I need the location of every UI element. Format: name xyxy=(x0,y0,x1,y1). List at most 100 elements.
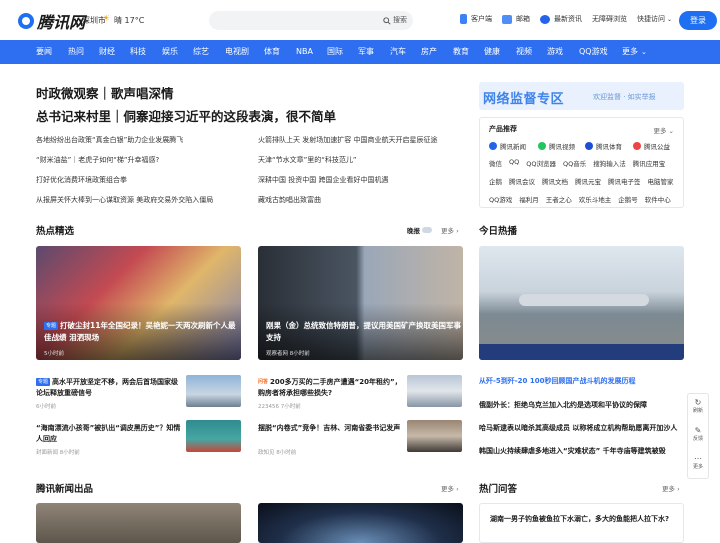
product-link[interactable]: QQ xyxy=(509,158,519,168)
product-link[interactable]: 腾讯会议 xyxy=(509,176,535,186)
hot-list-item-thumbnail[interactable] xyxy=(186,420,241,452)
app-label: 腾讯视频 xyxy=(549,143,575,151)
product-link[interactable]: 腾讯元宝 xyxy=(575,176,601,186)
today-video-thumbnail[interactable] xyxy=(479,246,684,360)
nav-item[interactable]: 教育 xyxy=(453,40,469,64)
today-hot-item[interactable]: 从歼-5到歼-20 100秒回顾国产战斗机的发展历程 xyxy=(479,376,679,386)
news-more-link[interactable]: 更多 › xyxy=(441,483,459,493)
nav-item[interactable]: 财经 xyxy=(99,40,115,64)
news-link-right[interactable]: 藏戏古韵唱出致富曲 xyxy=(258,195,321,205)
hot-list-item-title[interactable]: 问答 200多万买的二手房产遭遇“20年租约”，购房者将承担哪些损失? xyxy=(258,377,403,399)
news-link[interactable]: 最新资讯 xyxy=(540,14,582,24)
news-link-left[interactable]: 从报屏关怀大棒到一心谋取资源 美政府交易外交陷入僵局 xyxy=(36,195,213,205)
nav-item[interactable]: 电视剧 xyxy=(225,40,249,64)
nav-item[interactable]: 健康 xyxy=(484,40,500,64)
login-button[interactable]: 登录 xyxy=(679,11,717,30)
product-link[interactable]: QQ音乐 xyxy=(563,158,586,168)
mail-link[interactable]: 邮箱 xyxy=(502,14,530,24)
hot-list-item-title[interactable]: 专题 高水平开放坚定不移，两会后首场国家级论坛释放重磅信号 xyxy=(36,377,181,399)
news-link-right[interactable]: 天津“节水文章”里的“科技范儿” xyxy=(258,155,357,165)
nav-item[interactable]: 要闻 xyxy=(36,40,52,64)
nav-item[interactable]: 视频 xyxy=(516,40,532,64)
headline-1[interactable]: 时政微观察｜歌声唱深情 xyxy=(36,83,174,102)
news-link-left[interactable]: “财米油盐”｜老虎子如何“梯”升幸福感? xyxy=(36,155,159,165)
weather-text[interactable]: 晴 17°C xyxy=(114,15,144,26)
nav-item[interactable]: NBA xyxy=(296,40,313,64)
product-link[interactable]: 企鹅号 xyxy=(618,194,638,204)
product-link[interactable]: 企鹅 xyxy=(489,176,502,186)
nav-item-more[interactable]: 更多 xyxy=(622,40,638,64)
today-hot-item[interactable]: 哈马斯逮表以暗杀其高级成员 以称将成立机构帮助愿离开加沙人 xyxy=(479,423,679,433)
nav-item[interactable]: 房产 xyxy=(421,40,437,64)
nav-item[interactable]: QQ游戏 xyxy=(579,40,608,64)
product-link[interactable]: 腾讯电子签 xyxy=(608,176,641,186)
search-button[interactable]: 搜索 xyxy=(383,14,407,27)
nav-item[interactable]: 娱乐 xyxy=(162,40,178,64)
products-more-link[interactable]: 更多 ⌄ xyxy=(653,125,674,135)
hot-list-item-thumbnail[interactable] xyxy=(407,375,462,407)
product-link[interactable]: 软件中心 xyxy=(645,194,671,204)
news-link-left[interactable]: 打好优化消费环境政策组合拳 xyxy=(36,175,127,185)
feedback-button[interactable]: ✎ 反馈 xyxy=(688,426,708,442)
product-link[interactable]: 腾讯文档 xyxy=(542,176,568,186)
news-link-right[interactable]: 深耕中国 投资中国 跨国企业看好中国机遇 xyxy=(258,175,388,185)
nav-item[interactable]: 体育 xyxy=(264,40,280,64)
qa-more-link[interactable]: 更多 › xyxy=(662,483,680,493)
hot-list-item-title[interactable]: “海南漂流小孩哥”被扒出“调皮黑历史”？知情人回应 xyxy=(36,423,181,445)
today-hot-item[interactable]: 韩国山火持续肆虐多地进入“灾难状态” 千年寺庙等建筑被毁 xyxy=(479,446,679,456)
product-link[interactable]: 福利月 xyxy=(519,194,539,204)
product-link[interactable]: 欢乐斗地主 xyxy=(579,194,612,204)
refresh-button[interactable]: ↻ 刷新 xyxy=(688,398,708,414)
hot-list-item-title[interactable]: 摆脱“内卷式”竞争！吉林、河南省委书记发声 xyxy=(258,423,403,434)
video-caption-bar xyxy=(479,344,684,360)
nav-item[interactable]: 游戏 xyxy=(547,40,563,64)
accessibility-link[interactable]: 无障碍浏览 xyxy=(592,14,627,24)
hot-list-item-thumbnail[interactable] xyxy=(407,420,462,452)
hot-card-2-image[interactable]: 刚果（金）总统致信特朗普，提议用美国矿产换取美国军事支持 观察者网 8小时前 xyxy=(258,246,463,360)
product-link[interactable]: 搜狗输入法 xyxy=(593,158,626,168)
news-link-left[interactable]: 各地纷纷出台政策“真金白银”助力企业发展腾飞 xyxy=(36,135,183,145)
search-button-label: 搜索 xyxy=(393,16,407,24)
product-link[interactable]: 王者之心 xyxy=(546,194,572,204)
aircraft-shape xyxy=(519,294,649,306)
search-input[interactable]: 搜索 xyxy=(209,11,413,30)
nav-item[interactable]: 国际 xyxy=(327,40,343,64)
more-tools-button[interactable]: ⋯ 更多 xyxy=(688,454,708,470)
client-link[interactable]: 客户端 xyxy=(460,14,492,24)
product-link[interactable]: 微信 xyxy=(489,158,502,168)
sun-icon: ☀ xyxy=(102,14,111,24)
quick-access-link[interactable]: 快捷访问 ⌄ xyxy=(637,14,672,24)
product-link[interactable]: QQ浏览器 xyxy=(526,158,556,168)
app-tencent-video[interactable]: 腾讯视频 xyxy=(538,141,575,151)
news-link-right[interactable]: 火箭排队上天 发射场加速扩容 中国商业航天开启星辰征途 xyxy=(258,135,437,145)
product-link[interactable]: 电脑管家 xyxy=(648,176,674,186)
nav-item[interactable]: 热问 xyxy=(68,40,84,64)
qa-card[interactable]: 湖南一男子钓鱼被鱼拉下水溺亡，多大的鱼能把人拉下水? xyxy=(479,503,684,543)
supervision-banner[interactable]: 网络监督专区 欢迎监督 · 如实举报 xyxy=(479,82,684,110)
product-link[interactable]: QQ游戏 xyxy=(489,194,512,204)
app-tencent-sports[interactable]: 腾讯体育 xyxy=(585,141,622,151)
hot-card-1-image[interactable]: 专题 打破尘封11年全国纪录！吴艳妮一天两次刷新个人最佳战绩 泪洒现场 5小时前 xyxy=(36,246,241,360)
evening-toggle[interactable]: 晚报 xyxy=(407,225,433,235)
app-tencent-charity[interactable]: 腾讯公益 xyxy=(633,141,670,151)
sports-app-icon xyxy=(585,142,593,150)
today-hot-item[interactable]: 俄副外长：拒绝乌克兰加入北约是选项和平协议的保障 xyxy=(479,400,679,410)
nav-item[interactable]: 军事 xyxy=(358,40,374,64)
qa-question: 湖南一男子钓鱼被鱼拉下水溺亡，多大的鱼能把人拉下水? xyxy=(490,515,670,523)
product-link[interactable]: 腾讯应用宝 xyxy=(633,158,666,168)
nav-item[interactable]: 汽车 xyxy=(390,40,406,64)
news-label: 最新资讯 xyxy=(554,15,582,23)
hot-list-item-thumbnail[interactable] xyxy=(186,375,241,407)
app-tencent-news[interactable]: 腾讯新闻 xyxy=(489,141,526,151)
hot-list-item-text: 高水平开放坚定不移，两会后首场国家级论坛释放重磅信号 xyxy=(36,378,179,397)
nav-item[interactable]: 综艺 xyxy=(193,40,209,64)
hot-card-2-source: 观察者网 8小时前 xyxy=(266,351,310,357)
news-product-image[interactable] xyxy=(36,503,241,543)
news-product-image[interactable] xyxy=(258,503,463,543)
banner-title: 网络监督专区 xyxy=(483,92,565,107)
refresh-label: 刷新 xyxy=(692,408,703,414)
headline-2[interactable]: 总书记来村里｜侗寨迎接习近平的这段表演，很不简单 xyxy=(36,106,336,125)
nav-item[interactable]: 科技 xyxy=(130,40,146,64)
hot-more-link[interactable]: 更多 › xyxy=(441,225,459,235)
logo[interactable]: 腾讯网 xyxy=(18,9,85,33)
